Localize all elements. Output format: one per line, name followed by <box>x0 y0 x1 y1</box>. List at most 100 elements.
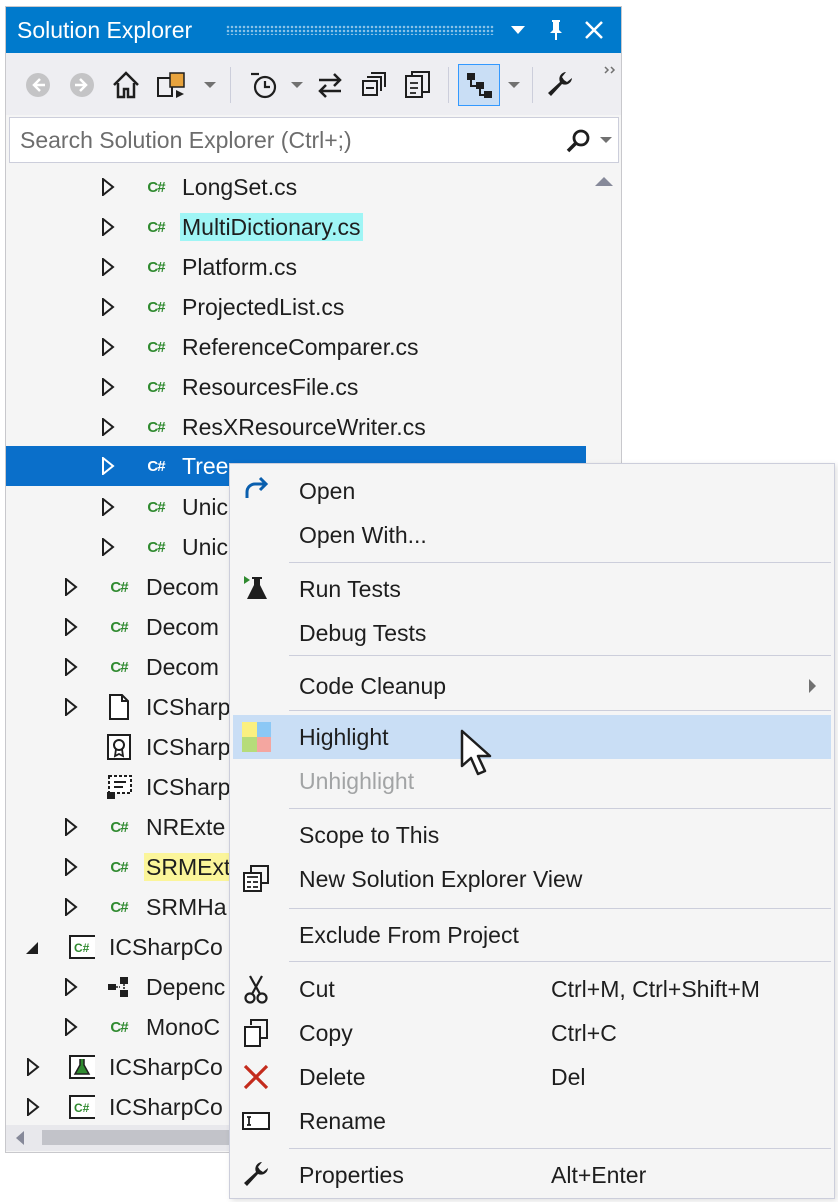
scrollbar-thumb[interactable] <box>42 1130 232 1145</box>
expand-arrow-icon[interactable] <box>64 858 78 876</box>
new-view-icon <box>241 864 271 894</box>
menu-item-open-with[interactable]: Open With... <box>233 513 831 557</box>
expand-arrow-icon[interactable] <box>101 218 115 236</box>
scroll-up-arrow-icon[interactable] <box>595 177 613 186</box>
expand-arrow-icon[interactable] <box>64 618 78 636</box>
tree-item-label: NRExte <box>146 814 226 840</box>
csharp-file-icon: C# <box>110 658 128 676</box>
scissors-icon <box>241 974 271 1004</box>
chevron-down-icon[interactable] <box>291 82 303 88</box>
tree-item-label: Depenc <box>146 974 226 1000</box>
tree-item-label: Unic <box>182 494 229 520</box>
search-button[interactable] <box>566 128 592 159</box>
properties-button[interactable] <box>544 69 576 101</box>
expand-arrow-icon[interactable] <box>101 418 115 436</box>
expand-arrow-icon[interactable] <box>64 578 78 596</box>
csharp-file-icon: C# <box>110 898 128 916</box>
expand-arrow-icon[interactable] <box>101 538 115 556</box>
tree-item[interactable]: C# ProjectedList.cs <box>6 287 586 327</box>
search-input[interactable] <box>10 118 550 162</box>
home-button[interactable] <box>110 69 142 101</box>
expand-arrow-icon[interactable] <box>101 178 115 196</box>
window-title: Solution Explorer <box>17 17 193 43</box>
menu-item-debug-tests[interactable]: Debug Tests <box>233 611 831 655</box>
preview-selected-items-button[interactable] <box>458 64 500 106</box>
tree-item[interactable]: C# Platform.cs <box>6 247 586 287</box>
tree-item-label: ResourcesFile.cs <box>182 374 359 400</box>
expand-arrow-icon[interactable] <box>101 498 115 516</box>
menu-item-delete[interactable]: Delete Del <box>233 1055 831 1099</box>
tree-item[interactable]: C# LongSet.cs <box>6 167 586 207</box>
menu-item-shortcut: Alt+Enter <box>551 1162 647 1188</box>
highlight-icon <box>241 722 271 752</box>
expand-arrow-icon[interactable] <box>101 378 115 396</box>
pending-changes-filter-button[interactable] <box>248 69 280 101</box>
tree-item[interactable]: C# ReferenceComparer.cs <box>6 327 586 367</box>
svg-text:C#: C# <box>74 1101 90 1115</box>
svg-text:C#: C# <box>74 941 90 955</box>
menu-item-label: Open <box>299 478 356 504</box>
overflow-chevrons-icon <box>604 66 616 74</box>
menu-item-label: Cut <box>299 976 335 1002</box>
back-button[interactable] <box>22 69 54 101</box>
csharp-file-icon: C# <box>147 218 165 236</box>
tree-item[interactable]: C# MultiDictionary.cs <box>6 207 586 247</box>
menu-item-code-cleanup[interactable]: Code Cleanup <box>233 664 831 708</box>
expand-arrow-icon[interactable] <box>26 1098 40 1116</box>
menu-item-copy[interactable]: Copy Ctrl+C <box>233 1011 831 1055</box>
sync-with-document-button[interactable] <box>314 69 346 101</box>
csharp-file-icon: C# <box>110 858 128 876</box>
menu-item-properties[interactable]: Properties Alt+Enter <box>233 1153 831 1197</box>
tree-item-label: ICSharpCo <box>109 1054 223 1080</box>
chevron-down-icon[interactable] <box>600 137 612 143</box>
switch-views-button[interactable] <box>156 69 188 101</box>
tree-item-label: SRMExt <box>144 853 233 881</box>
tree-item[interactable]: C# ResourcesFile.cs <box>6 367 586 407</box>
tree-item[interactable]: C# ResXResourceWriter.cs <box>6 407 586 447</box>
menu-item-exclude-from-project[interactable]: Exclude From Project <box>233 913 831 957</box>
collapse-arrow-icon[interactable] <box>26 940 40 958</box>
menu-separator <box>289 808 831 809</box>
scroll-left-arrow-icon[interactable] <box>16 1131 24 1145</box>
file-icon <box>106 694 132 720</box>
config-file-icon <box>106 774 132 800</box>
expand-arrow-icon[interactable] <box>64 1018 78 1036</box>
expand-arrow-icon[interactable] <box>101 457 115 475</box>
menu-item-unhighlight[interactable]: Unhighlight <box>233 759 831 803</box>
close-button[interactable] <box>580 15 608 45</box>
menu-item-run-tests[interactable]: Run Tests <box>233 567 831 611</box>
menu-item-label: New Solution Explorer View <box>299 866 583 892</box>
expand-arrow-icon[interactable] <box>101 298 115 316</box>
expand-arrow-icon[interactable] <box>26 1058 40 1076</box>
tree-item-label: Decom <box>146 654 219 680</box>
menu-item-cut[interactable]: Cut Ctrl+M, Ctrl+Shift+M <box>233 967 831 1011</box>
expand-arrow-icon[interactable] <box>64 818 78 836</box>
test-project-icon <box>69 1054 95 1080</box>
expand-arrow-icon[interactable] <box>101 338 115 356</box>
expand-arrow-icon[interactable] <box>64 898 78 916</box>
chevron-down-icon[interactable] <box>204 82 216 88</box>
clock-icon <box>251 72 277 99</box>
menu-item-open[interactable]: Open <box>233 469 831 513</box>
title-grip[interactable] <box>226 25 494 35</box>
pin-icon <box>550 20 562 40</box>
csharp-file-icon: C# <box>147 457 165 475</box>
menu-item-label: Delete <box>299 1064 366 1090</box>
menu-item-new-solution-explorer-view[interactable]: New Solution Explorer View <box>233 857 831 901</box>
chevron-down-icon[interactable] <box>508 82 520 88</box>
window-menu-dropdown[interactable] <box>504 15 532 45</box>
toolbar-overflow-button[interactable] <box>604 65 618 79</box>
forward-button[interactable] <box>66 69 98 101</box>
menu-item-label: Code Cleanup <box>299 673 447 699</box>
pin-button[interactable] <box>542 15 570 45</box>
tree-item-label: ICSharpCo <box>109 934 223 960</box>
show-all-files-button[interactable] <box>402 69 434 101</box>
menu-item-highlight[interactable]: Highlight <box>233 715 831 759</box>
expand-arrow-icon[interactable] <box>64 978 78 996</box>
collapse-all-button[interactable] <box>358 69 390 101</box>
expand-arrow-icon[interactable] <box>64 658 78 676</box>
expand-arrow-icon[interactable] <box>101 258 115 276</box>
expand-arrow-icon[interactable] <box>64 698 78 716</box>
menu-item-scope-to-this[interactable]: Scope to This <box>233 813 831 857</box>
menu-item-rename[interactable]: Rename <box>233 1099 831 1143</box>
